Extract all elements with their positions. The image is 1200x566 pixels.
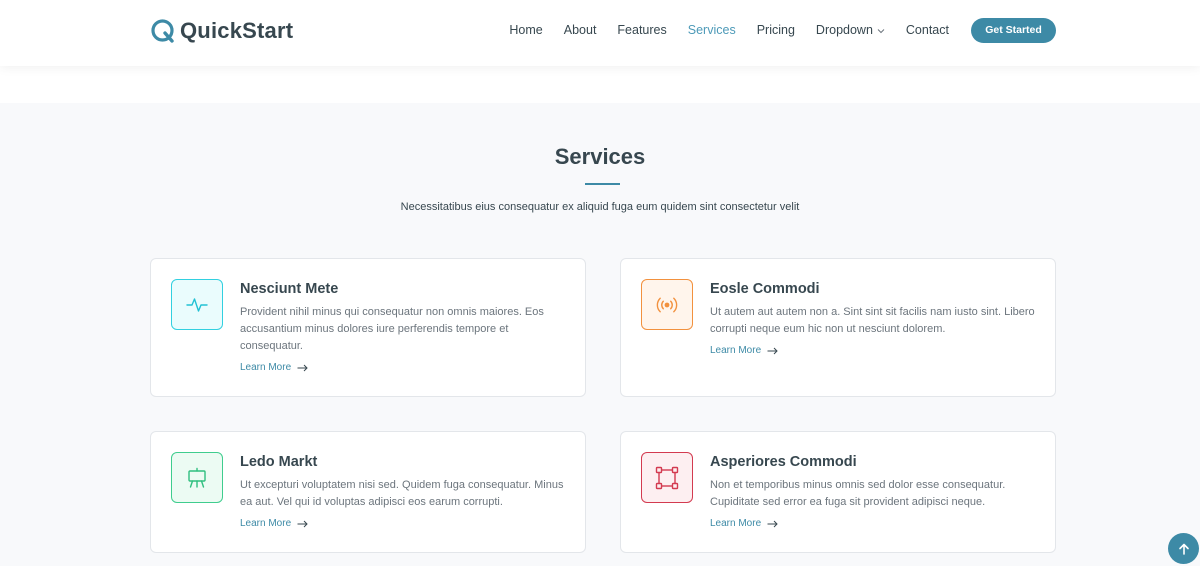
service-icon-box bbox=[171, 452, 223, 503]
service-card: Ledo Markt Ut excepturi voluptatem nisi … bbox=[150, 431, 586, 553]
arrow-up-icon bbox=[1178, 543, 1189, 555]
service-card: Asperiores Commodi Non et temporibus min… bbox=[620, 431, 1056, 553]
nav-home[interactable]: Home bbox=[509, 18, 542, 43]
section-subtitle: Necessitatibus eius consequatur ex aliqu… bbox=[400, 201, 800, 213]
title-underline bbox=[585, 183, 620, 185]
broadcast-icon bbox=[656, 297, 678, 312]
site-header: QuickStart Home About Features Services … bbox=[0, 0, 1200, 66]
service-icon-box bbox=[171, 279, 223, 330]
bounding-box-icon bbox=[655, 466, 679, 489]
easel-icon bbox=[188, 467, 206, 488]
service-card: Nesciunt Mete Provident nihil minus qui … bbox=[150, 258, 586, 397]
nav-dropdown-label: Dropdown bbox=[815, 23, 873, 37]
service-description: Provident nihil minus qui consequatur no… bbox=[240, 306, 544, 352]
service-card: Eosle Commodi Ut autem aut autem non a. … bbox=[620, 258, 1056, 397]
nav-about[interactable]: About bbox=[564, 18, 597, 43]
back-to-top-button[interactable] bbox=[1168, 533, 1199, 564]
nav-pricing[interactable]: Pricing bbox=[757, 18, 795, 43]
logo[interactable]: QuickStart bbox=[150, 16, 293, 46]
arrow-right-icon bbox=[297, 364, 308, 372]
service-icon-box bbox=[641, 279, 693, 330]
nav-dropdown[interactable]: Dropdown bbox=[816, 18, 885, 43]
arrow-right-icon bbox=[767, 347, 778, 355]
arrow-right-icon bbox=[767, 520, 778, 528]
learn-more-label: Learn More bbox=[710, 345, 762, 356]
nav-services[interactable]: Services bbox=[688, 18, 736, 43]
main-nav: Home About Features Services Pricing Dro… bbox=[488, 18, 1056, 43]
service-description: Non et temporibus minus omnis sed dolor … bbox=[710, 479, 1006, 508]
services-section: Services Necessitatibus eius consequatur… bbox=[0, 103, 1200, 566]
section-title: Services bbox=[554, 144, 646, 169]
nav-contact[interactable]: Contact bbox=[906, 18, 949, 43]
learn-more-link[interactable]: Learn More bbox=[710, 344, 778, 358]
learn-more-link[interactable]: Learn More bbox=[240, 517, 308, 531]
logo-q-icon bbox=[151, 19, 174, 43]
service-description: Ut autem aut autem non a. Sint sint sit … bbox=[710, 306, 1035, 335]
get-started-button[interactable]: Get Started bbox=[971, 18, 1056, 43]
learn-more-link[interactable]: Learn More bbox=[240, 361, 308, 375]
chevron-down-icon bbox=[877, 28, 885, 33]
service-icon-box bbox=[641, 452, 693, 503]
activity-icon bbox=[186, 297, 208, 312]
service-title: Ledo Markt bbox=[240, 454, 318, 470]
learn-more-label: Learn More bbox=[240, 518, 292, 529]
service-title: Asperiores Commodi bbox=[710, 454, 857, 470]
service-title: Eosle Commodi bbox=[710, 281, 820, 297]
service-description: Ut excepturi voluptatem nisi sed. Quidem… bbox=[240, 479, 564, 508]
learn-more-label: Learn More bbox=[710, 518, 762, 529]
logo-text: QuickStart bbox=[180, 18, 294, 43]
learn-more-link[interactable]: Learn More bbox=[710, 517, 778, 531]
nav-features[interactable]: Features bbox=[617, 18, 666, 43]
learn-more-label: Learn More bbox=[240, 362, 292, 373]
service-title: Nesciunt Mete bbox=[240, 281, 339, 297]
arrow-right-icon bbox=[297, 520, 308, 528]
